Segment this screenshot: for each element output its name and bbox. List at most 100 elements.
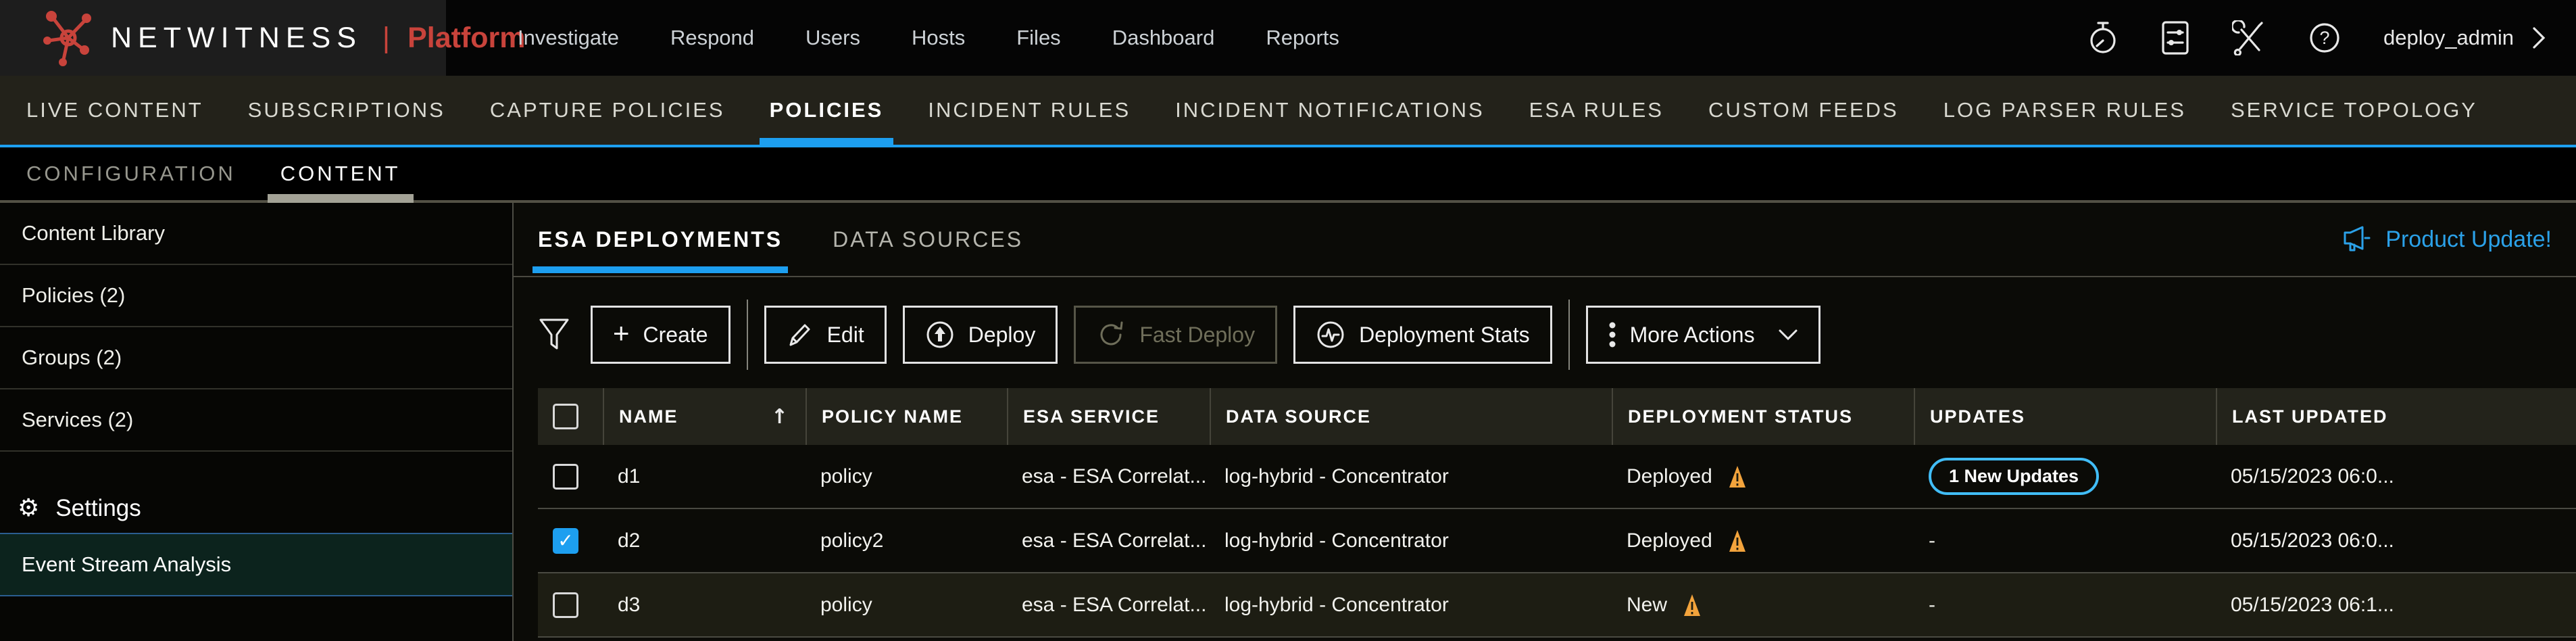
top-nav-item-users[interactable]: Users	[806, 26, 860, 50]
header-last-updated[interactable]: LAST UPDATED	[2216, 388, 2576, 445]
nav-incident-rules[interactable]: INCIDENT RULES	[906, 76, 1153, 145]
header-checkbox-cell	[538, 388, 603, 445]
nav-esa-rules[interactable]: ESA RULES	[1507, 76, 1686, 145]
nav-live-content[interactable]: LIVE CONTENT	[4, 76, 226, 145]
nav-custom-feeds[interactable]: CUSTOM FEEDS	[1686, 76, 1921, 145]
cell-policy-name: policy	[806, 445, 1007, 508]
system-preferences-icon[interactable]	[2160, 20, 2190, 55]
toolbar-divider	[747, 300, 748, 370]
header-esa-service[interactable]: ESA SERVICE	[1007, 388, 1210, 445]
product-update-link[interactable]: Product Update!	[2341, 203, 2552, 276]
tab-esa-deployments[interactable]: ESA DEPLOYMENTS	[538, 203, 783, 276]
content-sidebar: Content Library Policies (2) Groups (2) …	[0, 203, 514, 641]
nav-service-topology[interactable]: SERVICE TOPOLOGY	[2208, 76, 2500, 145]
deployment-stats-button-label: Deployment Stats	[1359, 323, 1530, 348]
brand-separator: |	[382, 22, 390, 55]
header-policy-name-label: POLICY NAME	[822, 406, 963, 427]
active-subnav-underline	[268, 194, 414, 203]
header-name[interactable]: NAME ↑	[603, 388, 806, 445]
nav-subscriptions[interactable]: SUBSCRIPTIONS	[226, 76, 468, 145]
cell-updates: -	[1914, 573, 2216, 636]
cell-data-source: log-hybrid - Concentrator	[1210, 509, 1612, 572]
top-nav-item-files[interactable]: Files	[1016, 26, 1060, 50]
deployment-stats-icon	[1316, 320, 1345, 350]
chevron-down-icon	[1778, 329, 1798, 341]
top-bar: NETWITNESS | Platform Investigate Respon…	[0, 0, 2576, 76]
nav-capture-policies[interactable]: CAPTURE POLICIES	[468, 76, 747, 145]
row-checkbox-cell: ✓	[538, 509, 603, 572]
sidebar-item-services[interactable]: Services (2)	[0, 389, 512, 452]
status-text: New	[1627, 594, 1667, 617]
tab-esa-deployments-label: ESA DEPLOYMENTS	[538, 227, 783, 252]
cell-esa-service: esa - ESA Correlat...	[1007, 445, 1210, 508]
select-all-checkbox[interactable]	[553, 404, 578, 429]
tab-data-sources[interactable]: DATA SOURCES	[833, 203, 1023, 276]
brand-logo[interactable]: NETWITNESS | Platform	[0, 0, 446, 76]
table-row-d3[interactable]: d3 policy esa - ESA Correlat... log-hybr…	[538, 573, 2576, 638]
megaphone-icon	[2341, 224, 2372, 254]
new-updates-badge: 1 New Updates	[1929, 458, 2099, 495]
nav-log-parser-rules[interactable]: LOG PARSER RULES	[1921, 76, 2208, 145]
username: deploy_admin	[2383, 26, 2514, 50]
cell-last-updated: 05/15/2023 06:0...	[2216, 445, 2576, 508]
warning-icon	[1727, 529, 1748, 553]
product-update-label: Product Update!	[2385, 227, 2552, 253]
fast-deploy-button[interactable]: Fast Deploy	[1074, 306, 1277, 364]
cell-name: d1	[603, 445, 806, 508]
edit-button[interactable]: Edit	[764, 306, 887, 364]
cell-name: d2	[603, 509, 806, 572]
cell-deployment-status: Deployed	[1612, 509, 1914, 572]
subnav-configuration[interactable]: CONFIGURATION	[4, 147, 258, 200]
warning-icon	[1682, 593, 1702, 617]
cell-esa-service: esa - ESA Correlat...	[1007, 509, 1210, 572]
header-updates[interactable]: UPDATES	[1914, 388, 2216, 445]
subnav-content[interactable]: CONTENT	[258, 147, 423, 200]
body: Content Library Policies (2) Groups (2) …	[0, 203, 2576, 641]
row-d3-checkbox[interactable]	[553, 592, 578, 618]
row-checkbox-cell	[538, 445, 603, 508]
filter-icon[interactable]	[538, 317, 570, 352]
top-nav-item-investigate[interactable]: Investigate	[518, 26, 619, 50]
table-row-d1[interactable]: d1 policy esa - ESA Correlat... log-hybr…	[538, 445, 2576, 509]
more-actions-button-label: More Actions	[1630, 323, 1755, 348]
top-nav-item-respond[interactable]: Respond	[670, 26, 754, 50]
row-d2-checkbox[interactable]: ✓	[553, 528, 578, 554]
sidebar-item-groups[interactable]: Groups (2)	[0, 327, 512, 389]
pencil-icon	[787, 320, 814, 349]
cell-policy-name: policy2	[806, 509, 1007, 572]
header-esa-service-label: ESA SERVICE	[1023, 406, 1160, 427]
sidebar-item-content-library[interactable]: Content Library	[0, 203, 512, 265]
admin-tools-icon[interactable]	[2232, 20, 2266, 55]
question-glyph: ?	[2319, 28, 2329, 48]
sidebar-item-event-stream-analysis[interactable]: Event Stream Analysis	[0, 533, 512, 596]
deploy-button[interactable]: Deploy	[903, 306, 1058, 364]
row-d1-checkbox[interactable]	[553, 464, 578, 490]
deployment-stats-button[interactable]: Deployment Stats	[1293, 306, 1552, 364]
header-policy-name[interactable]: POLICY NAME	[806, 388, 1007, 445]
nav-policies[interactable]: POLICIES	[747, 76, 906, 145]
netwitness-app: NETWITNESS | Platform Investigate Respon…	[0, 0, 2576, 641]
more-actions-button[interactable]: More Actions	[1586, 306, 1820, 364]
sidebar-item-policies[interactable]: Policies (2)	[0, 265, 512, 327]
check-icon: ✓	[558, 531, 573, 550]
deployments-toolbar: + Create Edit	[514, 304, 2576, 365]
subnav-content-label: CONTENT	[280, 162, 401, 186]
header-deployment-status[interactable]: DEPLOYMENT STATUS	[1612, 388, 1914, 445]
help-icon[interactable]: ?	[2308, 20, 2342, 55]
create-button[interactable]: + Create	[591, 306, 730, 364]
admin-nav-bar: LIVE CONTENT SUBSCRIPTIONS CAPTURE POLIC…	[0, 76, 2576, 147]
cell-updates: -	[1914, 509, 2216, 572]
nav-incident-notifications[interactable]: INCIDENT NOTIFICATIONS	[1153, 76, 1507, 145]
stopwatch-icon[interactable]	[2087, 20, 2119, 55]
netwitness-logo-icon	[43, 9, 93, 66]
top-nav-item-dashboard[interactable]: Dashboard	[1112, 26, 1215, 50]
brand-name: NETWITNESS	[111, 22, 362, 55]
top-nav-item-reports[interactable]: Reports	[1266, 26, 1339, 50]
sort-ascending-icon[interactable]: ↑	[771, 405, 788, 429]
header-data-source[interactable]: DATA SOURCE	[1210, 388, 1612, 445]
chevron-right-icon	[2531, 26, 2546, 49]
user-menu[interactable]: deploy_admin	[2383, 26, 2546, 50]
top-nav-item-hosts[interactable]: Hosts	[912, 26, 965, 50]
sidebar-settings-header: ⚙ Settings	[0, 484, 512, 533]
table-row-d2[interactable]: ✓ d2 policy2 esa - ESA Correlat... log-h…	[538, 509, 2576, 573]
